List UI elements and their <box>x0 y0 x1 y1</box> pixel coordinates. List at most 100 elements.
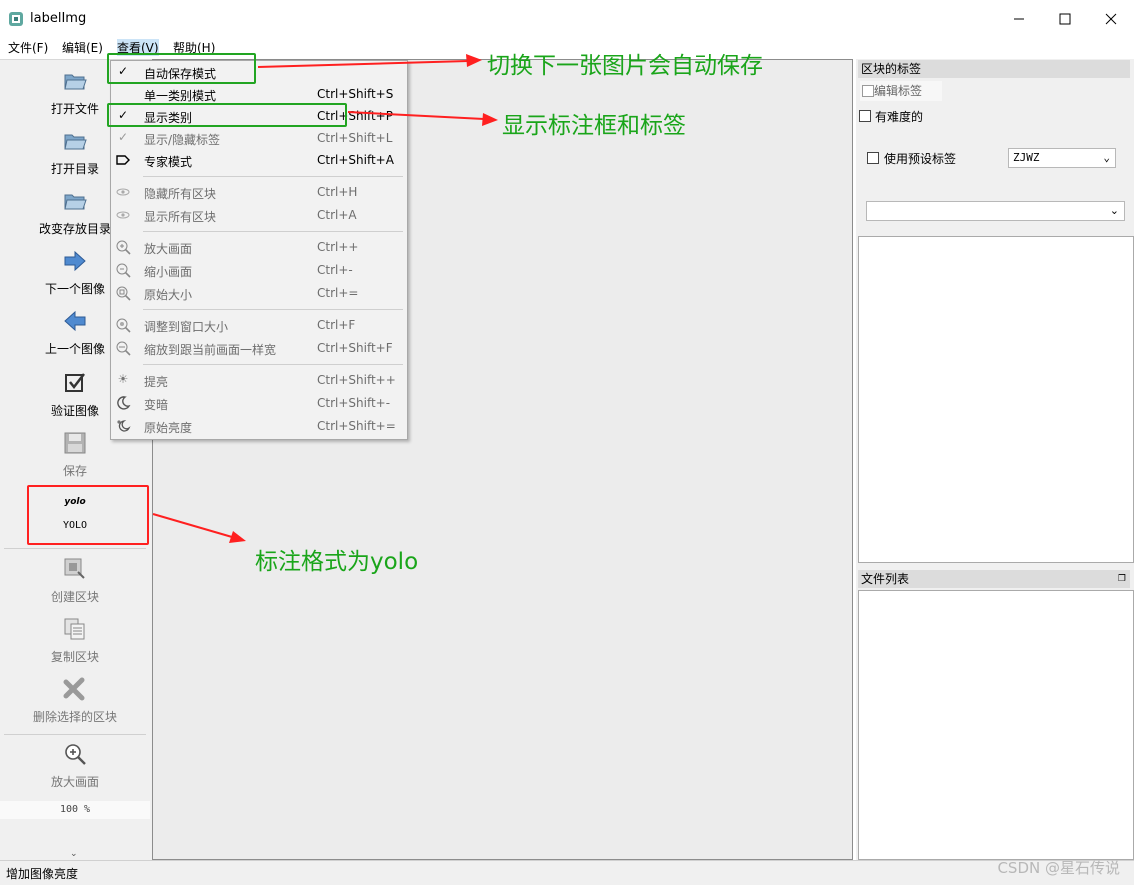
create-box-icon <box>64 558 85 579</box>
minimize-icon <box>1014 18 1024 20</box>
show-label-note: 显示标注框和标签 <box>502 113 686 139</box>
file-list[interactable] <box>858 590 1134 860</box>
menu-item-shortcut: Ctrl+Shift+S <box>317 87 394 101</box>
menu-item-fit-window[interactable]: 调整到窗口大小 Ctrl+F <box>111 314 407 336</box>
folder-open-icon <box>64 74 87 90</box>
fit-window-icon <box>116 318 131 333</box>
moon-icon <box>117 396 131 410</box>
zoom-out-icon <box>116 263 131 278</box>
eye-icon <box>116 188 130 196</box>
app-icon <box>9 12 23 26</box>
use-default-label-checkbox[interactable] <box>867 152 879 164</box>
menu-item-single-class[interactable]: 单一类别模式 Ctrl+Shift+S <box>111 83 407 105</box>
right-panel: 区块的标签 编辑标签 有难度的 使用预设标签 ZJWZ ⌄ ⌄ 文件列表 ❐ <box>856 59 1134 860</box>
fit-width-icon <box>116 341 131 356</box>
title-bar: labelImg <box>0 0 1134 37</box>
menu-item-original-brightness[interactable]: 原始亮度 Ctrl+Shift+= <box>111 415 407 437</box>
menu-item-shortcut: Ctrl+Shift+- <box>317 396 391 410</box>
menu-file[interactable]: 文件(F) <box>8 39 48 56</box>
menu-item-zoom-in[interactable]: 放大画面 Ctrl++ <box>111 236 407 258</box>
menu-item-shortcut: Ctrl+Shift++ <box>317 373 396 387</box>
difficult-checkbox[interactable] <box>859 110 871 122</box>
menu-item-label: 原始亮度 <box>144 421 193 435</box>
menu-item-label: 显示/隐藏标签 <box>144 133 221 147</box>
menu-item-shortcut: Ctrl+Shift+L <box>317 131 393 145</box>
menu-item-expert-mode[interactable]: 专家模式 Ctrl+Shift+A <box>111 149 407 171</box>
use-default-label-text: 使用预设标签 <box>884 152 957 166</box>
edit-icon <box>862 85 874 97</box>
edit-label-button[interactable]: 编辑标签 <box>860 81 942 101</box>
copy-box-label: 复制区块 <box>50 650 99 664</box>
close-button[interactable] <box>1088 4 1134 34</box>
menu-item-label: 原始大小 <box>144 288 193 302</box>
menu-edit[interactable]: 编辑(E) <box>62 39 103 56</box>
status-bar: 增加图像亮度 <box>0 860 1134 885</box>
arrow-right-icon <box>64 250 86 272</box>
menu-item-shortcut: Ctrl++ <box>317 240 359 254</box>
close-icon <box>1105 13 1117 25</box>
copy-icon <box>64 618 85 640</box>
delete-box-label: 删除选择的区块 <box>32 710 117 724</box>
default-label-value: ZJWZ <box>1013 151 1040 164</box>
chevron-down-icon: ⌄ <box>1103 151 1110 164</box>
menu-item-label: 提亮 <box>144 375 169 389</box>
menu-item-shortcut: Ctrl+Shift+= <box>317 419 396 433</box>
yolo-highlight <box>27 485 149 545</box>
file-list-dock-title: 文件列表 ❐ <box>858 570 1130 588</box>
zoom-in-icon <box>65 744 86 765</box>
zoom-in-label: 放大画面 <box>50 775 99 789</box>
menu-item-label: 调整到窗口大小 <box>144 320 229 334</box>
create-box-button[interactable]: 创建区块 <box>0 556 150 605</box>
autosave-note: 切换下一张图片会自动保存 <box>487 53 763 79</box>
zoom-reset-icon <box>116 286 131 301</box>
menu-item-brighten[interactable]: ☀ 提亮 Ctrl+Shift++ <box>111 369 407 391</box>
menu-item-label: 隐藏所有区块 <box>144 187 217 201</box>
box-labels-dock-title: 区块的标签 <box>858 60 1130 78</box>
menu-item-original-size[interactable]: 原始大小 Ctrl+= <box>111 282 407 304</box>
float-dock-icon[interactable]: ❐ <box>1118 570 1126 588</box>
menu-item-darken[interactable]: 变暗 Ctrl+Shift+- <box>111 392 407 414</box>
folder-open-icon <box>64 134 87 150</box>
zoom-in-icon <box>116 240 131 255</box>
delete-box-button[interactable]: 删除选择的区块 <box>0 676 150 725</box>
toolbar-extension-chevron-icon[interactable]: ⌄ <box>70 849 78 859</box>
default-label-combo[interactable]: ZJWZ ⌄ <box>1008 148 1116 168</box>
menu-separator <box>143 176 403 177</box>
menu-item-shortcut: Ctrl+- <box>317 263 353 277</box>
arrow-left-icon <box>64 310 86 332</box>
save-label: 保存 <box>62 464 87 478</box>
eye-icon <box>116 211 130 219</box>
yolo-note: 标注格式为yolo <box>255 549 419 575</box>
menu-separator <box>143 231 403 232</box>
status-text: 增加图像亮度 <box>6 867 79 881</box>
menu-item-zoom-out[interactable]: 缩小画面 Ctrl+- <box>111 259 407 281</box>
menu-item-shortcut: Ctrl+F <box>317 318 356 332</box>
delete-icon <box>63 677 85 701</box>
brightness-reset-icon <box>117 420 131 432</box>
menu-item-hide-all[interactable]: 隐藏所有区块 Ctrl+H <box>111 181 407 203</box>
chevron-down-icon: ⌄ <box>1109 204 1119 217</box>
menu-item-shortcut: Ctrl+Shift+F <box>317 341 393 355</box>
menu-item-label: 放大画面 <box>144 242 193 256</box>
file-list-title: 文件列表 <box>861 572 910 586</box>
label-filter-combo[interactable]: ⌄ <box>866 201 1125 221</box>
menu-item-fit-width[interactable]: 缩放到跟当前画面一样宽 Ctrl+Shift+F <box>111 337 407 359</box>
save-icon <box>64 432 86 454</box>
expert-icon <box>116 155 130 165</box>
menu-item-toggle-labels[interactable]: ✓ 显示/隐藏标签 Ctrl+Shift+L <box>111 127 407 149</box>
menu-item-label: 变暗 <box>144 398 169 412</box>
display-label-highlight <box>107 103 347 127</box>
zoom-spinbox[interactable]: 100 % <box>0 801 150 819</box>
checkbox-icon <box>65 373 85 392</box>
label-list[interactable] <box>858 236 1134 563</box>
maximize-button[interactable] <box>1042 4 1088 34</box>
zoom-in-button[interactable]: 放大画面 <box>0 741 150 790</box>
minimize-button[interactable] <box>996 4 1042 34</box>
check-icon: ✓ <box>117 130 129 144</box>
menu-item-shortcut: Ctrl+= <box>317 286 359 300</box>
maximize-icon <box>1059 13 1071 25</box>
menu-item-label: 显示所有区块 <box>144 210 217 224</box>
edit-label-text: 编辑标签 <box>874 84 923 98</box>
menu-item-show-all[interactable]: 显示所有区块 Ctrl+A <box>111 204 407 226</box>
copy-box-button[interactable]: 复制区块 <box>0 616 150 665</box>
